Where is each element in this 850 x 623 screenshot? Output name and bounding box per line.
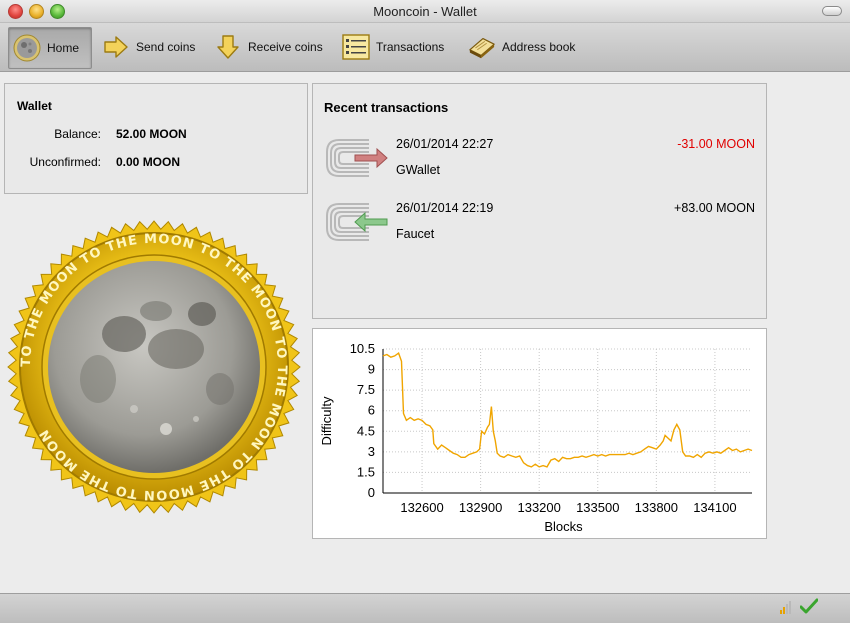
address-book-button[interactable]: Address book xyxy=(468,27,575,67)
difficulty-chart: 0 1.5 3 4.5 6 7.5 9 10.5 132600 132900 133200 13350… xyxy=(319,341,753,534)
x-tick-label: 132900 xyxy=(459,500,502,515)
y-tick-label: 4.5 xyxy=(357,423,375,438)
sent-transaction-icon xyxy=(325,134,389,182)
toolbar: Home Send coins Receive coins Transactio… xyxy=(0,23,850,72)
balance-value: 52.00 MOON xyxy=(116,127,187,141)
home-label: Home xyxy=(47,41,80,55)
home-button[interactable]: Home xyxy=(8,27,92,69)
y-tick-label: 0 xyxy=(368,485,375,500)
list-icon xyxy=(342,33,370,61)
x-tick-label: 134100 xyxy=(693,500,736,515)
transactions-label: Transactions xyxy=(376,40,445,54)
x-tick-label: 132600 xyxy=(400,500,443,515)
balance-label: Balance: xyxy=(54,127,101,141)
y-tick-label: 3 xyxy=(368,444,375,459)
transaction-date: 26/01/2014 22:19 xyxy=(396,201,494,215)
arrow-down-icon xyxy=(214,33,242,61)
transaction-amount: +83.00 MOON xyxy=(674,201,755,215)
connections-icon xyxy=(780,600,794,617)
x-tick-label: 133800 xyxy=(635,500,678,515)
transaction-row[interactable]: 26/01/2014 22:19 Faucet +83.00 MOON xyxy=(313,198,766,254)
unconfirmed-value: 0.00 MOON xyxy=(116,155,181,169)
window-title: Mooncoin - Wallet xyxy=(373,4,477,19)
wallet-heading: Wallet xyxy=(17,99,52,113)
unconfirmed-label: Unconfirmed: xyxy=(29,155,101,169)
status-bar xyxy=(0,593,850,623)
book-icon xyxy=(468,33,496,61)
difficulty-series-line xyxy=(382,351,753,468)
y-tick-label: 6 xyxy=(368,403,375,418)
mooncoin-logo: TO THE MOON TO THE MOON TO THE MOON TO T… xyxy=(6,219,302,515)
x-tick-label: 133500 xyxy=(576,500,619,515)
y-tick-label: 1.5 xyxy=(357,464,375,479)
transaction-date: 26/01/2014 22:27 xyxy=(396,137,494,151)
received-transaction-icon xyxy=(325,198,389,246)
y-axis-title: Difficulty xyxy=(319,396,334,445)
y-tick-label: 9 xyxy=(368,362,375,377)
receive-coins-label: Receive coins xyxy=(248,40,323,54)
transaction-amount: -31.00 MOON xyxy=(677,137,755,151)
send-coins-button[interactable]: Send coins xyxy=(102,27,195,67)
toolbar-toggle-button[interactable] xyxy=(822,6,842,16)
receive-coins-button[interactable]: Receive coins xyxy=(214,27,323,67)
recent-transactions-heading: Recent transactions xyxy=(324,100,449,115)
synced-checkmark-icon xyxy=(799,598,819,617)
recent-transactions-panel: Recent transactions 26/01/2014 22:27 GWa… xyxy=(312,83,767,319)
address-book-label: Address book xyxy=(502,40,576,54)
transaction-label: GWallet xyxy=(396,163,440,177)
transaction-label: Faucet xyxy=(396,227,435,241)
y-tick-label: 10.5 xyxy=(350,341,375,356)
transactions-button[interactable]: Transactions xyxy=(342,27,444,67)
wallet-panel: Wallet Balance: 52.00 MOON Unconfirmed: … xyxy=(4,83,308,194)
transaction-row[interactable]: 26/01/2014 22:27 GWallet -31.00 MOON xyxy=(313,134,766,190)
title-bar: Mooncoin - Wallet xyxy=(0,0,850,23)
x-tick-label: 133200 xyxy=(517,500,560,515)
moon-icon xyxy=(13,34,41,62)
x-axis-title: Blocks xyxy=(544,519,583,534)
difficulty-chart-panel: 0 1.5 3 4.5 6 7.5 9 10.5 132600 132900 133200 13350… xyxy=(312,328,767,539)
send-coins-label: Send coins xyxy=(136,40,196,54)
arrow-right-icon xyxy=(102,33,130,61)
y-tick-label: 7.5 xyxy=(357,382,375,397)
